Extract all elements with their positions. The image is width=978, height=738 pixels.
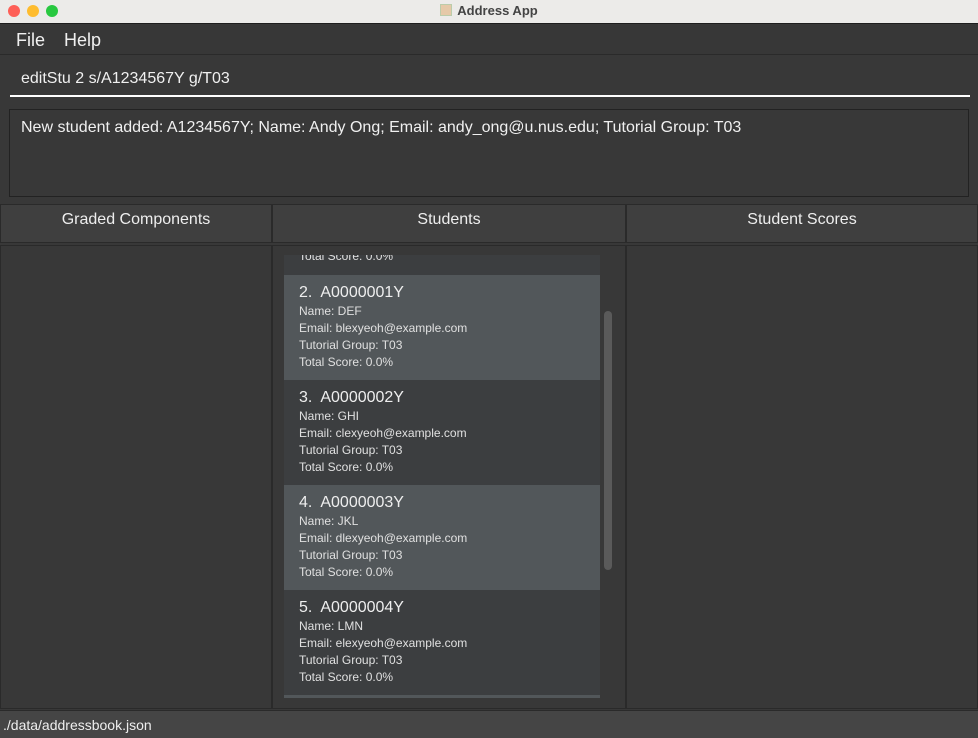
student-index: 5. <box>299 599 313 616</box>
student-id: 5. A0000004Y <box>299 598 585 618</box>
student-list-scrollbar[interactable] <box>604 311 612 570</box>
student-index: 3. <box>299 389 313 406</box>
students-header: Students <box>272 204 626 243</box>
student-group: Tutorial Group: T03 <box>299 548 403 562</box>
student-list[interactable]: Total Score: 0.0% 2. A0000001Y Name: DEF Ema… <box>284 255 600 698</box>
student-id: 4. A0000003Y <box>299 493 585 513</box>
student-card[interactable]: 3. A0000002Y Name: GHI Email: clexyeoh@exam… <box>284 380 600 485</box>
menu-bar: File Help <box>0 25 978 55</box>
student-card[interactable]: 2. A0000001Y Name: DEF Email: blexyeoh@exam… <box>284 275 600 380</box>
student-score: Total Score: 0.0% <box>299 355 394 369</box>
student-card[interactable]: Total Score: 0.0% <box>284 255 600 275</box>
student-index: 2. <box>299 284 313 301</box>
student-card[interactable]: 5. A0000004Y Name: LMN Email: elexyeoh@exam… <box>284 590 600 695</box>
student-id: 3. A0000002Y <box>299 388 585 408</box>
student-group: Tutorial Group: T03 <box>299 653 403 667</box>
student-group: Tutorial Group: T03 <box>299 443 403 457</box>
graded-components-header: Graded Components <box>0 204 272 243</box>
student-name: Name: LMN <box>299 619 364 633</box>
command-box <box>0 56 978 102</box>
window-title: Address App <box>0 3 978 18</box>
student-score: Total Score: 0.0% <box>299 565 394 579</box>
menu-help[interactable]: Help <box>64 30 101 51</box>
student-score: Total Score: 0.0% <box>299 460 394 474</box>
student-name: Name: DEF <box>299 304 362 318</box>
student-email: Email: dlexyeoh@example.com <box>299 531 468 545</box>
status-bar: ./data/addressbook.json <box>0 710 978 738</box>
student-name: Name: GHI <box>299 409 360 423</box>
student-name: Name: JKL <box>299 514 359 528</box>
menu-file[interactable]: File <box>16 30 45 51</box>
student-scores-panel <box>626 245 978 709</box>
student-email: Email: elexyeoh@example.com <box>299 636 468 650</box>
student-email: Email: blexyeoh@example.com <box>299 321 468 335</box>
result-display: New student added: A1234567Y; Name: Andy… <box>9 109 969 197</box>
student-id-text: A0000004Y <box>320 599 404 616</box>
student-card[interactable]: 4. A0000003Y Name: JKL Email: dlexyeoh@exam… <box>284 485 600 590</box>
title-bar: Address App <box>0 0 978 24</box>
student-card[interactable] <box>284 695 600 698</box>
graded-components-panel <box>0 245 272 709</box>
student-score: Total Score: 0.0% <box>299 670 394 684</box>
student-id-text: A0000003Y <box>320 494 404 511</box>
window-title-text: Address App <box>457 3 538 18</box>
student-email: Email: clexyeoh@example.com <box>299 426 467 440</box>
student-id: 2. A0000001Y <box>299 283 585 303</box>
student-id-text: A0000002Y <box>320 389 404 406</box>
student-id-text: A0000001Y <box>320 284 404 301</box>
student-scores-header: Student Scores <box>626 204 978 243</box>
student-group: Tutorial Group: T03 <box>299 338 403 352</box>
student-score: Total Score: 0.0% <box>299 255 394 263</box>
command-input[interactable] <box>10 62 970 97</box>
student-index: 4. <box>299 494 313 511</box>
app-icon <box>440 4 453 16</box>
